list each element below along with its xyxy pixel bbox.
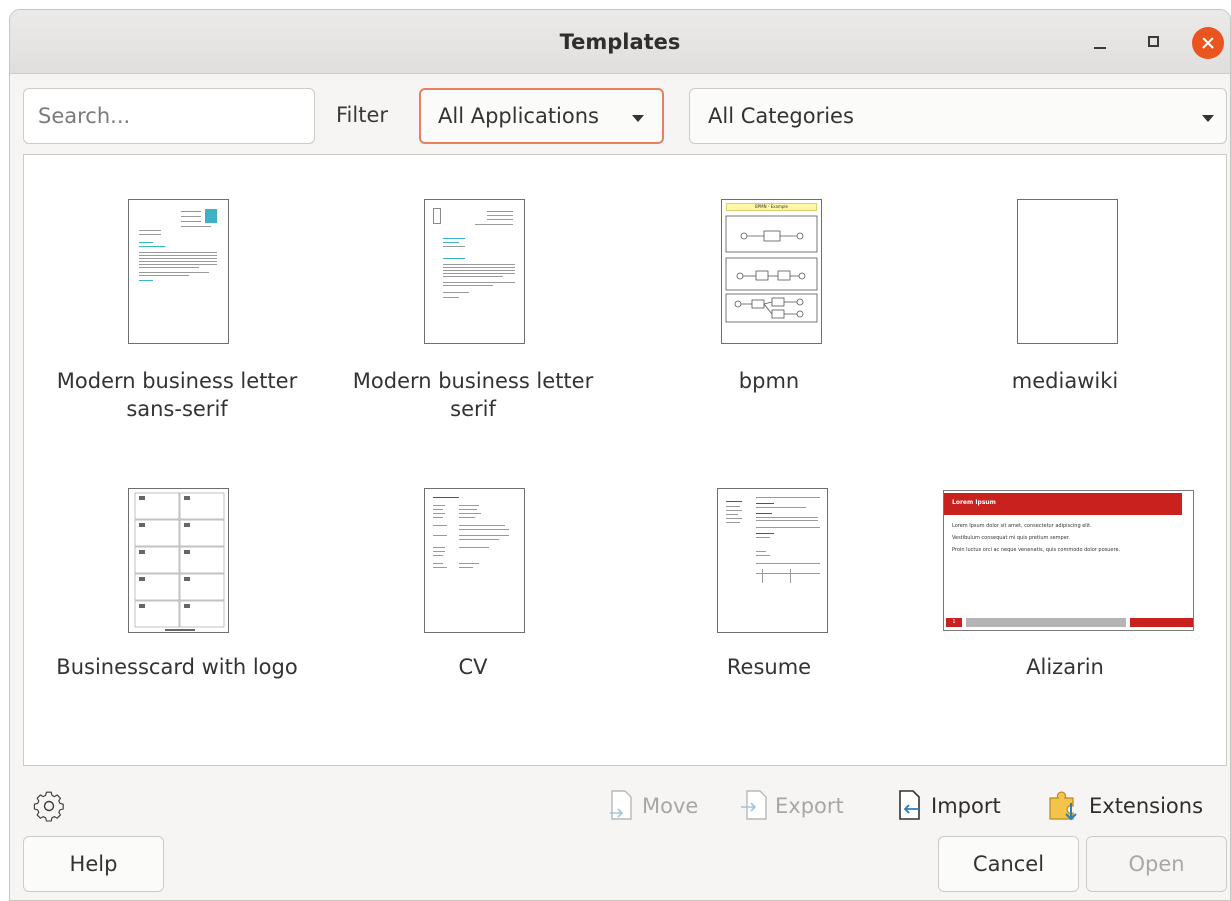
templates-dialog: Templates Filter All Applications All Ca… bbox=[9, 9, 1231, 901]
extensions-button[interactable]: Extensions bbox=[1047, 786, 1203, 826]
close-button[interactable] bbox=[1192, 27, 1224, 59]
template-thumbnail: Lorem Ipsum Lorem Ipsum dolor sit amet, … bbox=[943, 490, 1194, 631]
minimize-button[interactable] bbox=[1086, 28, 1114, 56]
categories-dropdown[interactable]: All Categories bbox=[689, 88, 1227, 144]
alizarin-title-bar: Lorem Ipsum bbox=[944, 493, 1182, 515]
alizarin-page-number: 1 bbox=[946, 618, 962, 627]
alizarin-text-line: Proin luctus orci ac neque venenatis, qu… bbox=[952, 547, 1121, 553]
businesscard-grid bbox=[134, 492, 225, 631]
template-gallery: Modern business letter sans-serif Modern… bbox=[23, 154, 1227, 766]
search-input[interactable] bbox=[23, 88, 315, 144]
template-label: mediawiki bbox=[917, 367, 1213, 395]
extensions-label: Extensions bbox=[1089, 794, 1204, 818]
template-thumbnail bbox=[424, 199, 525, 344]
import-label: Import bbox=[931, 794, 1001, 818]
move-icon bbox=[606, 789, 636, 823]
bpmn-diagram bbox=[725, 215, 818, 323]
template-thumbnail bbox=[424, 488, 525, 633]
export-button[interactable]: Export bbox=[739, 786, 844, 826]
import-icon bbox=[895, 789, 925, 823]
move-button[interactable]: Move bbox=[606, 786, 698, 826]
template-thumbnail: BPMN - Example bbox=[721, 199, 822, 344]
template-thumbnail bbox=[1017, 199, 1118, 344]
alizarin-footer-accent bbox=[1130, 618, 1193, 627]
chevron-down-icon bbox=[632, 115, 644, 122]
export-icon bbox=[739, 789, 769, 823]
alizarin-title: Lorem Ipsum bbox=[952, 499, 996, 506]
template-label-line: Modern business letter bbox=[352, 369, 594, 393]
import-button[interactable]: Import bbox=[895, 786, 1001, 826]
template-label: Modern business letter serif bbox=[325, 367, 621, 423]
template-label-line: Alizarin bbox=[1026, 655, 1104, 679]
dialog-title: Templates bbox=[559, 30, 681, 54]
alizarin-text-line: Lorem Ipsum dolor sit amet, consectetur … bbox=[952, 523, 1092, 529]
maximize-button[interactable] bbox=[1140, 28, 1168, 56]
template-thumbnail bbox=[128, 199, 229, 344]
template-thumbnail bbox=[717, 488, 828, 633]
alizarin-footer-bar bbox=[966, 618, 1126, 627]
template-label: CV bbox=[325, 653, 621, 681]
template-label-line: serif bbox=[450, 397, 496, 421]
template-label-line: Modern business letter bbox=[56, 369, 298, 393]
template-label-line: Businesscard with logo bbox=[56, 655, 298, 679]
categories-dropdown-value: All Categories bbox=[708, 104, 854, 128]
move-label: Move bbox=[642, 794, 699, 818]
template-label-line: CV bbox=[458, 655, 488, 679]
open-button[interactable]: Open bbox=[1086, 836, 1227, 892]
cancel-button[interactable]: Cancel bbox=[938, 836, 1079, 892]
template-label: Alizarin bbox=[917, 653, 1213, 681]
template-label-line: sans-serif bbox=[126, 397, 228, 421]
template-label: Businesscard with logo bbox=[29, 653, 325, 681]
template-thumbnail bbox=[128, 488, 229, 633]
alizarin-text-line: Vestibulum consequat mi quis pretium sem… bbox=[952, 535, 1070, 541]
gear-icon bbox=[33, 791, 64, 822]
action-bar: Move Export Import Extensions bbox=[10, 786, 1230, 826]
applications-dropdown[interactable]: All Applications bbox=[419, 88, 664, 144]
export-label: Export bbox=[775, 794, 844, 818]
help-button[interactable]: Help bbox=[23, 836, 164, 892]
chevron-down-icon bbox=[1202, 115, 1214, 122]
template-label-line: bpmn bbox=[738, 369, 800, 393]
puzzle-icon bbox=[1047, 789, 1083, 823]
template-label: Resume bbox=[621, 653, 917, 681]
template-label-line: mediawiki bbox=[1011, 369, 1119, 393]
applications-dropdown-value: All Applications bbox=[438, 104, 599, 128]
template-label-line: Resume bbox=[726, 655, 812, 679]
template-label: Modern business letter sans-serif bbox=[29, 367, 325, 423]
title-bar: Templates bbox=[10, 10, 1230, 74]
template-label: bpmn bbox=[621, 367, 917, 395]
settings-button[interactable] bbox=[32, 786, 66, 826]
filter-label: Filter bbox=[336, 103, 389, 127]
